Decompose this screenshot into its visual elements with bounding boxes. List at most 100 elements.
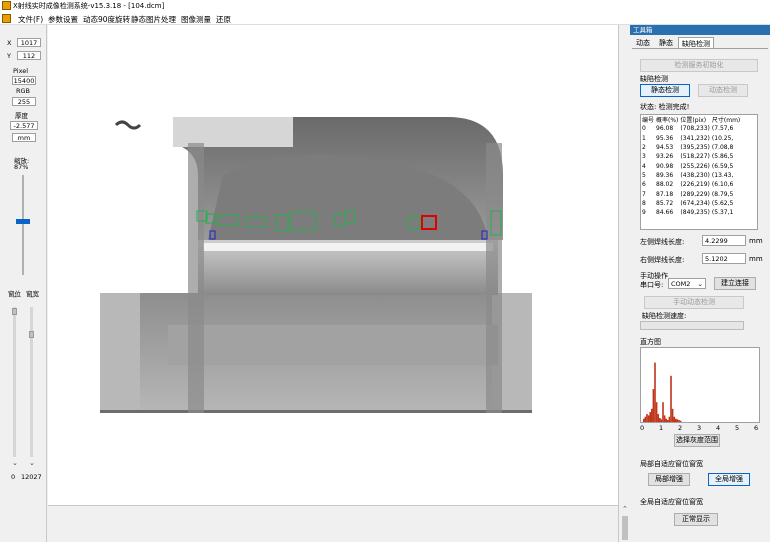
window-pos-down-icon[interactable]: ⌄ xyxy=(12,459,18,467)
tab-defect-detection[interactable]: 缺陷检测 xyxy=(678,37,714,48)
histogram-bar xyxy=(660,419,663,422)
xray-image xyxy=(100,117,532,413)
static-detect-button[interactable]: 静态检测 xyxy=(640,84,690,97)
cell: 90.98 xyxy=(656,162,674,170)
cell: (5.62,5 xyxy=(711,199,734,207)
cell: 1 xyxy=(642,134,646,142)
menu-file[interactable]: 文件(F) xyxy=(18,14,43,25)
right-weld-input[interactable]: 5.1202 xyxy=(702,253,746,264)
thickness-value: -2.577 xyxy=(10,121,38,130)
status-strip xyxy=(48,505,618,542)
zoom-value: 87% xyxy=(14,163,29,171)
window-width-down-icon[interactable]: ⌄ xyxy=(29,459,35,467)
chevron-down-icon: ⌄ xyxy=(697,280,703,288)
title-bar: X射线实时成像检测系统-v15.3.18 - [104.dcm] xyxy=(0,0,770,12)
scroll-up-icon[interactable]: ⌃ xyxy=(622,505,628,513)
zoom-slider-track[interactable] xyxy=(22,175,24,275)
table-row[interactable]: 9 84.66 (849,235) (5.37,1 xyxy=(641,208,741,217)
pixel-value: 15400 xyxy=(12,76,36,85)
tab-divider xyxy=(632,48,768,49)
cell: 88.02 xyxy=(656,181,674,189)
histogram-bar xyxy=(675,418,677,422)
histogram-bar xyxy=(643,418,645,422)
gray-range-button[interactable]: 选择灰度范围 xyxy=(674,434,720,447)
speed-progress-bar xyxy=(640,321,744,330)
app-menu-icon[interactable] xyxy=(2,14,11,23)
cell: 6 xyxy=(642,181,646,189)
global-enhance-button[interactable]: 全局增强 xyxy=(708,473,750,486)
histogram-bar xyxy=(670,375,672,422)
cell: 8 xyxy=(642,199,646,207)
toolbox-panel: 工具箱 动态 静态 缺陷检测 检测服务初始化 缺陷检测 静态检测 动态检测 状态… xyxy=(630,25,770,542)
histogram-bar xyxy=(651,408,653,422)
port-label: 串口号: xyxy=(640,281,664,289)
defect-result-list[interactable]: 编号 概率(%) 位置(pix) 尺寸(mm) 0 96.08 (708,233)(… xyxy=(640,114,758,230)
table-row[interactable]: 5 89.36 (438,230) (13.43, xyxy=(641,171,741,180)
zoom-slider-thumb[interactable] xyxy=(16,219,30,224)
left-weld-label: 左侧焊线长度: xyxy=(640,238,685,246)
hist-tick: 1 xyxy=(659,424,664,432)
window-pos-thumb[interactable] xyxy=(12,308,17,315)
dynamic-detect-button[interactable]: 动态检测 xyxy=(698,84,748,97)
y-label: Y xyxy=(7,52,11,60)
image-viewport[interactable] xyxy=(48,25,618,505)
local-enhance-button[interactable]: 局部增强 xyxy=(648,473,690,486)
local-group-label: 局部自适应窗位窗宽 xyxy=(640,460,703,468)
cell: 87.18 xyxy=(656,190,674,198)
histogram-svg xyxy=(643,362,682,422)
port-select[interactable]: COM2 ⌄ xyxy=(668,278,706,289)
cell: (13.43, xyxy=(711,171,734,179)
histogram-bar xyxy=(654,362,656,422)
table-row[interactable]: 0 96.08 (708,233) (7.57,6 xyxy=(641,124,741,133)
table-row[interactable]: 1 95.36 (341,232) (10.25, xyxy=(641,134,741,143)
tab-static[interactable]: 静态 xyxy=(656,37,676,48)
cell: (518,227) xyxy=(680,153,710,161)
histogram-bar xyxy=(649,412,651,422)
right-weld-label: 右侧焊线长度: xyxy=(640,256,685,264)
table-row[interactable]: 8 85.72 (674,234) (5.62,5 xyxy=(641,199,741,208)
cell: (226,219) xyxy=(680,181,710,189)
x-value: 1017 xyxy=(17,38,41,47)
cell: (6.59,5 xyxy=(711,162,734,170)
cell: 94.53 xyxy=(656,144,674,152)
hist-tick: 4 xyxy=(716,424,721,432)
left-weld-input[interactable]: 4.2299 xyxy=(702,235,746,246)
window-width-thumb[interactable] xyxy=(29,331,34,338)
status-text: 状态: 检测完成! xyxy=(640,103,690,111)
table-row[interactable]: 6 88.02 (226,219) (6.10,6 xyxy=(641,180,741,189)
normal-display-button[interactable]: 正常显示 xyxy=(674,513,718,526)
window-width-up-icon[interactable]: ⌃ xyxy=(29,295,35,303)
cell: (7.08,8 xyxy=(711,144,734,152)
window-pos-up-icon[interactable]: ⌃ xyxy=(12,295,18,303)
histogram-bar xyxy=(644,416,647,422)
histogram-bar xyxy=(678,420,680,422)
connect-button[interactable]: 建立连接 xyxy=(714,277,756,290)
hist-tick: 5 xyxy=(735,424,740,432)
window-pos-track[interactable] xyxy=(13,307,16,457)
table-row[interactable]: 7 87.18 (289,229) (8.79,5 xyxy=(641,189,741,198)
table-row[interactable]: 2 94.53 (395,235) (7.08,8 xyxy=(641,143,741,152)
window-width-track[interactable] xyxy=(30,307,33,457)
init-service-button[interactable]: 检测服务初始化 xyxy=(640,59,758,72)
menu-measure[interactable]: 图像测量 xyxy=(181,14,211,25)
histogram-bar xyxy=(662,402,664,422)
histogram-bar xyxy=(679,420,682,422)
histogram-chart xyxy=(640,347,760,423)
menu-static-process[interactable]: 静态图片处理 xyxy=(131,14,176,25)
menu-rotate[interactable]: 动态90度旋转 xyxy=(83,14,130,25)
menu-restore[interactable]: 还原 xyxy=(216,14,231,25)
thickness-label: 厚度 xyxy=(15,112,28,120)
cell: 96.08 xyxy=(656,125,674,133)
app-icon xyxy=(2,1,11,10)
col-pos: 位置(pix) xyxy=(680,117,707,125)
vertical-scrollbar[interactable]: ⌃ xyxy=(618,25,630,542)
manual-dynamic-detect-button[interactable]: 手动动态检测 xyxy=(644,296,744,309)
table-row[interactable]: 4 90.98 (255,226) (6.59,5 xyxy=(641,161,741,170)
cell: (438,230) xyxy=(680,171,710,179)
scroll-thumb[interactable] xyxy=(622,516,628,540)
cell: (674,234) xyxy=(680,199,710,207)
cell: 85.72 xyxy=(656,199,674,207)
table-row[interactable]: 3 93.26 (518,227) (5.86,5 xyxy=(641,152,741,161)
tab-dynamic[interactable]: 动态 xyxy=(633,37,653,48)
menu-params[interactable]: 参数设置 xyxy=(48,14,78,25)
